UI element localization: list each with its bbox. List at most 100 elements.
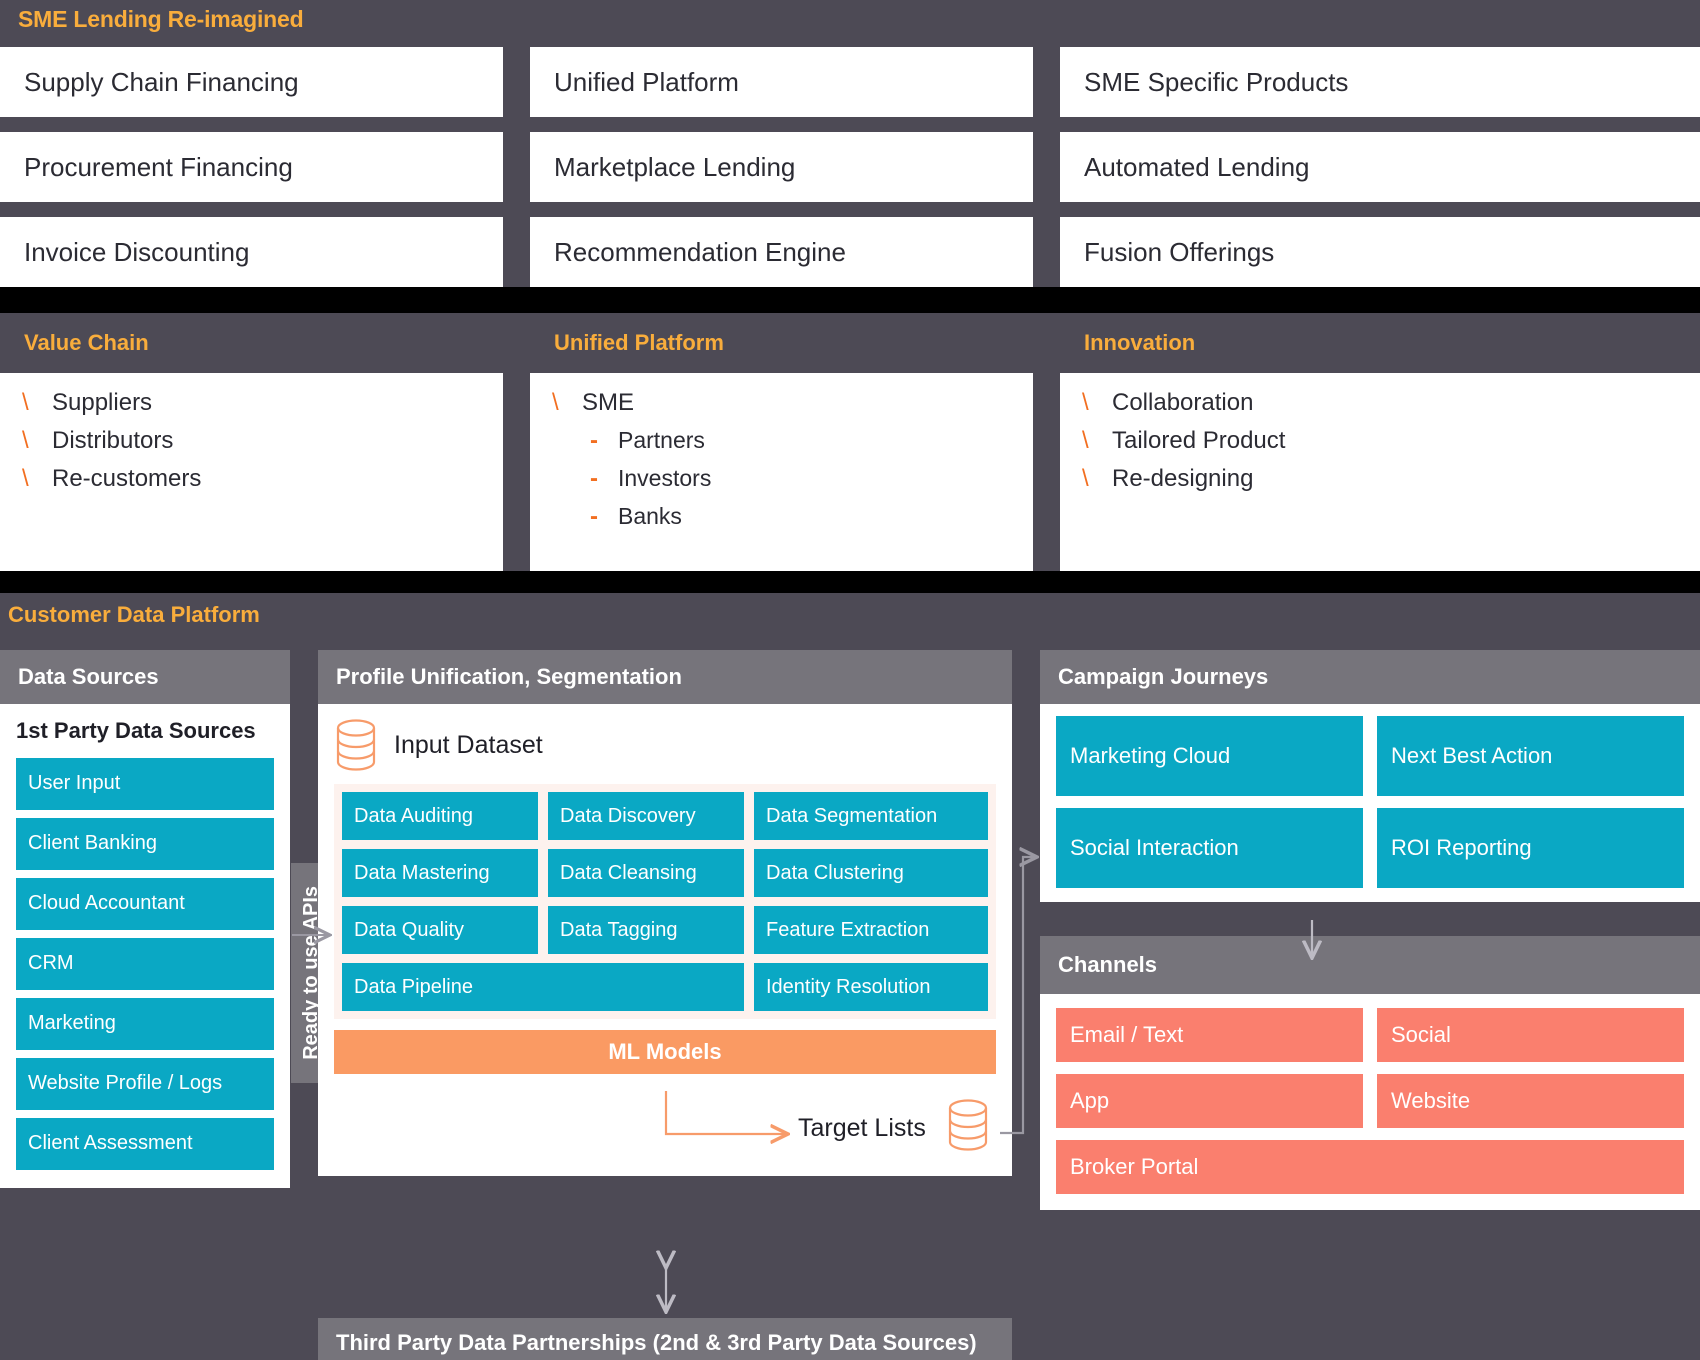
channel-row: App Website — [1056, 1074, 1684, 1128]
grid-gap — [0, 202, 503, 217]
panel-title: Innovation — [1084, 330, 1196, 355]
grid-gap — [1060, 117, 1700, 132]
process-cell[interactable]: Data Segmentation — [754, 792, 988, 840]
data-source-chip[interactable]: CRM — [16, 938, 274, 990]
process-cell[interactable]: Data Discovery — [548, 792, 744, 840]
grid-row: Data Auditing Data Discovery Data Segmen… — [342, 792, 988, 840]
channel-cell-wide[interactable]: Broker Portal — [1056, 1140, 1684, 1194]
third-party-label: Third Party Data Partnerships (2nd & 3rd… — [336, 1330, 977, 1355]
process-cell[interactable]: Data Quality — [342, 906, 538, 954]
campaign-journeys-body: Marketing Cloud Next Best Action Social … — [1040, 704, 1700, 902]
channel-cell[interactable]: Social — [1377, 1008, 1684, 1062]
campaign-cell[interactable]: Social Interaction — [1056, 808, 1363, 888]
channel-cell[interactable]: App — [1056, 1074, 1363, 1128]
sme-card[interactable]: Fusion Offerings — [1060, 217, 1700, 287]
profile-unification-column: Profile Unification, Segmentation Input … — [318, 650, 1012, 1176]
campaign-row: Marketing Cloud Next Best Action — [1056, 716, 1684, 796]
channels-column: Channels Email / Text Social App Website… — [1040, 936, 1700, 1210]
grid-gap — [1033, 217, 1060, 287]
data-sources-header: Data Sources — [0, 650, 290, 704]
grid-row: Data Pipeline Identity Resolution — [342, 963, 988, 1011]
process-cell-wide[interactable]: Data Pipeline — [342, 963, 744, 1011]
grid-gap — [1060, 202, 1700, 217]
data-source-chip[interactable]: Client Banking — [16, 818, 274, 870]
backslash-bullet-icon: \ — [1082, 389, 1089, 416]
dash-bullet-icon: - — [590, 465, 598, 492]
campaign-journeys-column: Campaign Journeys Marketing Cloud Next B… — [1040, 650, 1700, 902]
process-cell[interactable]: Data Cleansing — [548, 849, 744, 897]
panel-unified-platform: Unified Platform \ SME - Partners - Inve… — [530, 313, 1033, 571]
list-item: \ Re-customers — [22, 467, 503, 491]
process-cell[interactable]: Data Auditing — [342, 792, 538, 840]
first-party-subheading: 1st Party Data Sources — [16, 718, 256, 743]
channel-cell[interactable]: Email / Text — [1056, 1008, 1363, 1062]
data-source-chip[interactable]: Cloud Accountant — [16, 878, 274, 930]
third-party-bar: Third Party Data Partnerships (2nd & 3rd… — [318, 1318, 1012, 1360]
grid-gap — [530, 117, 1033, 132]
sub-list-item-label: Investors — [618, 465, 712, 491]
process-cell[interactable]: Feature Extraction — [754, 906, 988, 954]
backslash-bullet-icon: \ — [22, 465, 29, 492]
processing-grid: Data Auditing Data Discovery Data Segmen… — [334, 784, 996, 1019]
database-cylinder-icon — [336, 719, 376, 771]
list-item-label: Collaboration — [1112, 389, 1254, 416]
campaign-cell[interactable]: Next Best Action — [1377, 716, 1684, 796]
data-source-chip[interactable]: User Input — [16, 758, 274, 810]
list-item: \ Distributors — [22, 429, 503, 453]
data-source-chip[interactable]: Marketing — [16, 998, 274, 1050]
panel-value-chain: Value Chain \ Suppliers \ Distributors \… — [0, 313, 503, 571]
channel-cell[interactable]: Website — [1377, 1074, 1684, 1128]
dash-bullet-icon: - — [590, 427, 598, 454]
sme-card[interactable]: Invoice Discounting — [0, 217, 503, 287]
profile-unification-header: Profile Unification, Segmentation — [318, 650, 1012, 704]
campaign-cell[interactable]: ROI Reporting — [1377, 808, 1684, 888]
panel-title: Value Chain — [24, 330, 149, 355]
cdp-title: Customer Data Platform — [8, 602, 260, 627]
grid-row: Data Mastering Data Cleansing Data Clust… — [342, 849, 988, 897]
ml-models-bar[interactable]: ML Models — [334, 1030, 996, 1074]
grid-gap — [503, 202, 530, 217]
sme-card[interactable]: Procurement Financing — [0, 132, 503, 202]
sme-lending-grid: Supply Chain Financing Unified Platform … — [0, 47, 1700, 287]
channel-row: Broker Portal — [1056, 1140, 1684, 1194]
list-item-label: Re-designing — [1112, 465, 1254, 492]
pillars-section: Value Chain \ Suppliers \ Distributors \… — [0, 313, 1700, 571]
campaign-cell[interactable]: Marketing Cloud — [1056, 716, 1363, 796]
process-cell[interactable]: Data Clustering — [754, 849, 988, 897]
backslash-bullet-icon: \ — [552, 389, 559, 416]
panel-innovation: Innovation \ Collaboration \ Tailored Pr… — [1060, 313, 1700, 571]
sme-card[interactable]: Supply Chain Financing — [0, 47, 503, 117]
panel-body: \ Suppliers \ Distributors \ Re-customer… — [0, 373, 503, 491]
list-item: \ SME — [552, 391, 1033, 415]
grid-gap — [503, 47, 530, 117]
section-divider — [0, 287, 1700, 313]
sub-list-item: - Banks — [590, 505, 1033, 529]
data-source-chip[interactable]: Client Assessment — [16, 1118, 274, 1170]
channels-body: Email / Text Social App Website Broker P… — [1040, 994, 1700, 1210]
data-sources-heading: Data Sources — [18, 664, 159, 689]
data-source-chip[interactable]: Website Profile / Logs — [16, 1058, 274, 1110]
profile-unification-body: Input Dataset Data Auditing Data Discove… — [318, 704, 1012, 1176]
list-item-label: Re-customers — [52, 465, 202, 492]
sme-card[interactable]: Unified Platform — [530, 47, 1033, 117]
sme-card[interactable]: Automated Lending — [1060, 132, 1700, 202]
sub-list-item-label: Partners — [618, 427, 705, 453]
process-cell[interactable]: Identity Resolution — [754, 963, 988, 1011]
grid-gap — [503, 117, 530, 132]
sme-card[interactable]: Marketplace Lending — [530, 132, 1033, 202]
list-item: \ Re-designing — [1082, 467, 1700, 491]
backslash-bullet-icon: \ — [22, 389, 29, 416]
sme-card[interactable]: Recommendation Engine — [530, 217, 1033, 287]
backslash-bullet-icon: \ — [1082, 465, 1089, 492]
grid-gap — [503, 132, 530, 202]
process-cell[interactable]: Data Tagging — [548, 906, 744, 954]
grid-gap — [1033, 202, 1060, 217]
data-sources-body: 1st Party Data Sources User Input Client… — [0, 704, 290, 1188]
list-item: \ Collaboration — [1082, 391, 1700, 415]
sme-card[interactable]: SME Specific Products — [1060, 47, 1700, 117]
process-cell[interactable]: Data Mastering — [342, 849, 538, 897]
target-lists-label: Target Lists — [798, 1114, 926, 1142]
target-lists-database-icon — [948, 1099, 988, 1151]
backslash-bullet-icon: \ — [1082, 427, 1089, 454]
grid-gap — [1033, 47, 1060, 117]
